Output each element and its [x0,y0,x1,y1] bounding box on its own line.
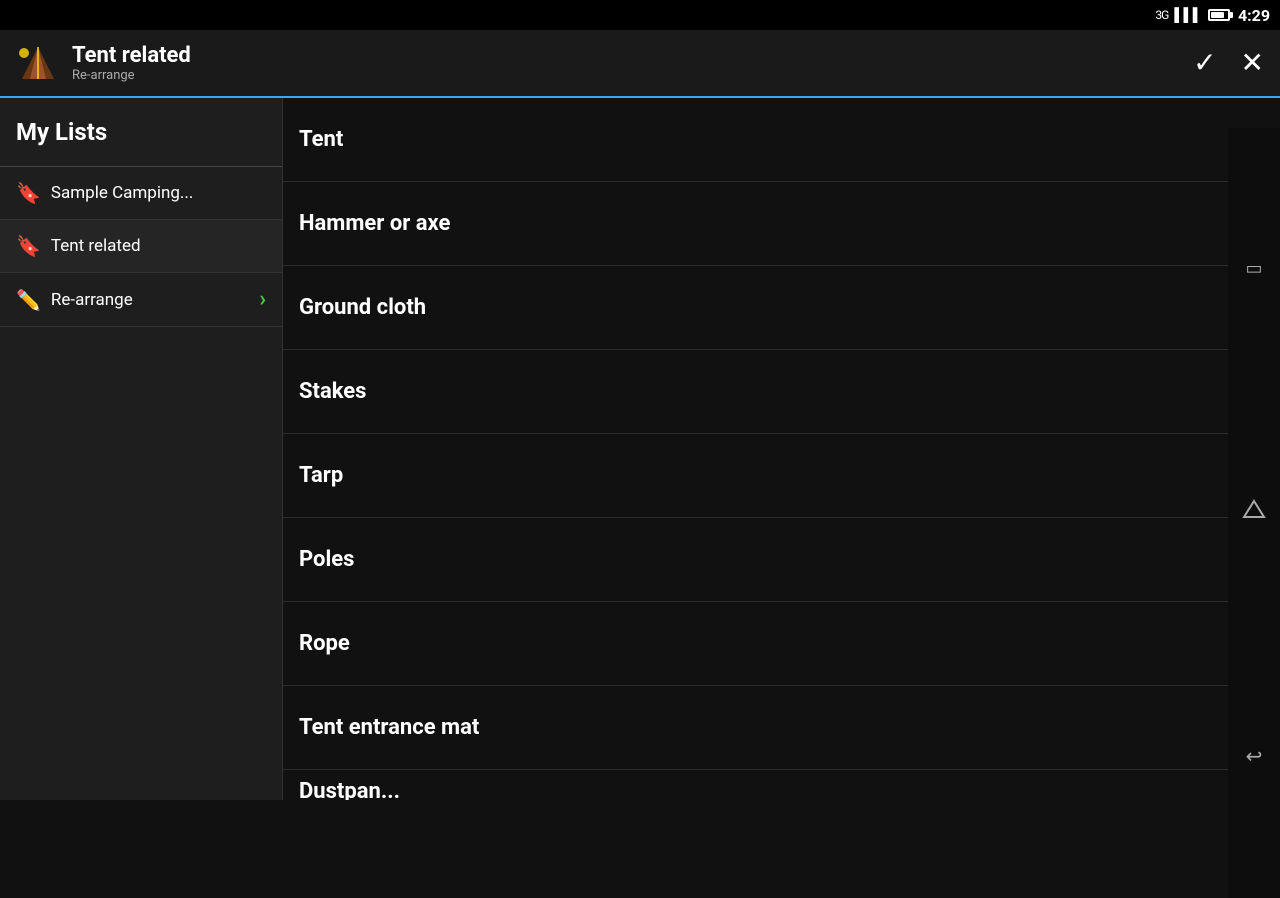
nav-icon-fullscreen[interactable]: ▭ [1245,258,1262,279]
sidebar-item-label-camping: Sample Camping... [51,183,266,203]
clock: 4:29 [1238,6,1270,25]
list-item[interactable]: Poles [283,518,1280,602]
app-bar: Tent related Re-arrange ✓ ✕ [0,30,1280,98]
sidebar-item-label-tent: Tent related [51,236,266,256]
content-area[interactable]: Tent Hammer or axe Ground cloth [283,98,1280,800]
item-label-tent: Tent [299,127,1224,152]
item-label-hammer: Hammer or axe [299,211,1224,236]
list-item[interactable]: Hammer or axe [283,182,1280,266]
sidebar-item-rearrange[interactable]: ✏️ Re-arrange › [0,273,282,327]
list-item[interactable]: Tarp [283,434,1280,518]
list-item[interactable]: Rope [283,602,1280,686]
item-label-rope: Rope [299,631,1224,656]
list-item[interactable]: Ground cloth [283,266,1280,350]
item-label-dustpan: Dustpan... [299,779,1264,801]
folder-icon-tent: 🔖 [16,234,41,258]
close-button[interactable]: ✕ [1241,49,1264,77]
item-label-poles: Poles [299,547,1224,572]
item-label-tarp: Tarp [299,463,1224,488]
app-bar-subtitle: Re-arrange [72,68,1193,83]
status-bar: 3G ▌▌▌ 4:29 [0,0,1280,30]
app-bar-actions: ✓ ✕ [1193,49,1264,77]
list-item[interactable]: Tent entrance mat [283,686,1280,770]
sidebar-item-label-rearrange: Re-arrange [51,290,249,310]
android-nav-bar: ▭ ↩ [1228,128,1280,898]
sidebar-item-sample-camping[interactable]: 🔖 Sample Camping... [0,167,282,220]
sidebar-header: My Lists [0,98,282,167]
list-item[interactable]: Tent [283,98,1280,182]
chevron-right-icon: › [259,287,266,312]
app-bar-title: Tent related [72,43,1193,68]
network-signal: 3G [1155,8,1168,22]
app-logo [16,41,60,85]
nav-icon-back[interactable]: ↩ [1246,744,1263,768]
folder-icon-camping: 🔖 [16,181,41,205]
battery-icon [1208,9,1230,21]
confirm-button[interactable]: ✓ [1193,49,1216,77]
sidebar: My Lists 🔖 Sample Camping... 🔖 Tent rela… [0,98,283,800]
item-label-tent-entrance-mat: Tent entrance mat [299,715,1224,740]
item-label-ground-cloth: Ground cloth [299,295,1224,320]
list-item-partial[interactable]: Dustpan... [283,770,1280,800]
list-item[interactable]: Stakes [283,350,1280,434]
nav-icon-tent-shape [1242,499,1266,524]
pencil-icon: ✏️ [16,288,41,312]
signal-bars: ▌▌▌ [1174,7,1202,23]
app-bar-titles: Tent related Re-arrange [72,43,1193,83]
main-layout: My Lists 🔖 Sample Camping... 🔖 Tent rela… [0,98,1280,800]
item-label-stakes: Stakes [299,379,1224,404]
sidebar-item-tent-related[interactable]: 🔖 Tent related [0,220,282,273]
